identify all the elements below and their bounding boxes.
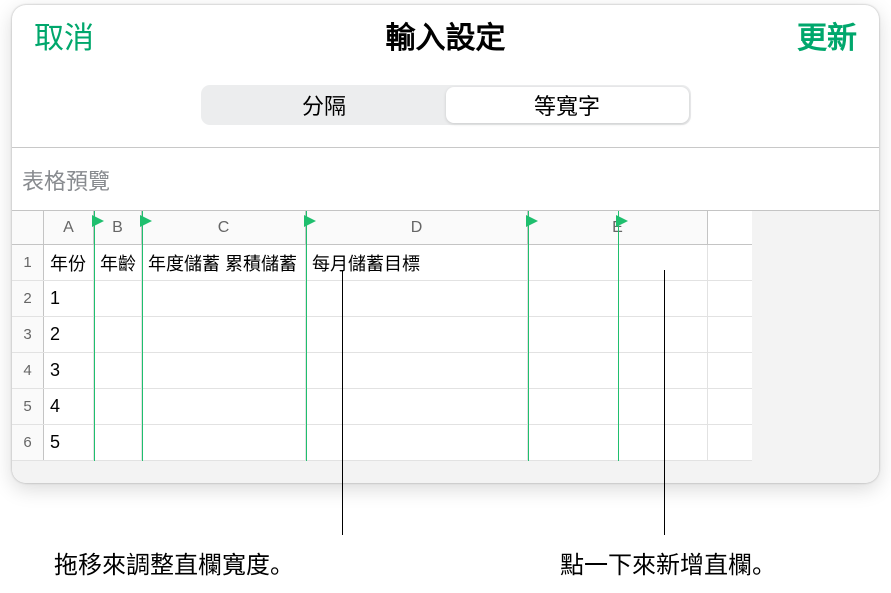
column-separator[interactable] [306,211,307,461]
cell[interactable]: 年齡 [94,245,142,280]
cell[interactable] [94,317,142,352]
column-separator[interactable] [618,211,619,461]
header-bar: 取消 輸入設定 更新 [12,5,879,65]
segmented-control-wrap: 分隔 等寬字 [12,65,879,147]
rows: 1年份年齡年度儲蓄 累積儲蓄每月儲蓄目標2132435465 [12,245,752,461]
cell[interactable]: 5 [44,425,94,460]
cell[interactable]: 3 [44,353,94,388]
caption-drag-resize: 拖移來調整直欄寬度。 [54,545,294,580]
cell[interactable]: 每月儲蓄目標 [306,245,528,280]
cancel-button[interactable]: 取消 [34,13,94,57]
column-header-a[interactable]: A [44,211,94,244]
table-row: 21 [12,281,752,317]
row-header[interactable]: 5 [12,389,44,424]
row-header[interactable]: 6 [12,425,44,460]
import-settings-panel: 取消 輸入設定 更新 分隔 等寬字 表格預覽 A B C D E 1年份年齡年度… [12,5,879,483]
cell[interactable] [306,281,528,316]
column-headers: A B C D E [12,211,752,245]
column-separator[interactable] [142,211,143,461]
caption-tap-add-column: 點一下來新增直欄。 [560,545,776,580]
column-separator[interactable] [94,211,95,461]
callout-line-right [664,270,665,535]
cell[interactable] [142,389,306,424]
cell[interactable] [94,389,142,424]
table-row: 54 [12,389,752,425]
cell[interactable] [142,425,306,460]
column-resize-handle-icon[interactable] [526,215,538,227]
column-separator[interactable] [528,211,529,461]
column-header-d[interactable]: D [306,211,528,244]
cell[interactable]: 年份 [44,245,94,280]
column-header-c[interactable]: C [142,211,306,244]
cell[interactable] [94,281,142,316]
cell[interactable]: 2 [44,317,94,352]
table-row: 65 [12,425,752,461]
segmented-control: 分隔 等寬字 [201,85,691,125]
table-row: 43 [12,353,752,389]
update-button[interactable]: 更新 [797,13,857,57]
row-header[interactable]: 4 [12,353,44,388]
table-row: 1年份年齡年度儲蓄 累積儲蓄每月儲蓄目標 [12,245,752,281]
column-resize-handle-icon[interactable] [616,215,628,227]
cell[interactable]: 年度儲蓄 累積儲蓄 [142,245,306,280]
cell[interactable] [142,281,306,316]
dialog-title: 輸入設定 [386,13,506,57]
cell[interactable] [142,317,306,352]
table-preview[interactable]: A B C D E 1年份年齡年度儲蓄 累積儲蓄每月儲蓄目標2132435465 [12,210,879,483]
cell[interactable] [306,389,528,424]
cell[interactable] [94,425,142,460]
segment-delimited[interactable]: 分隔 [203,87,446,123]
cell[interactable] [306,425,528,460]
row-header[interactable]: 3 [12,317,44,352]
column-resize-handle-icon[interactable] [92,215,104,227]
sheet-grid: A B C D E 1年份年齡年度儲蓄 累積儲蓄每月儲蓄目標2132435465 [12,211,752,461]
cell[interactable] [306,317,528,352]
preview-label: 表格預覽 [12,148,879,210]
column-resize-handle-icon[interactable] [304,215,316,227]
cell[interactable]: 1 [44,281,94,316]
corner-cell [12,211,44,244]
table-row: 32 [12,317,752,353]
cell[interactable] [94,353,142,388]
cell[interactable] [142,353,306,388]
callout-line-left [342,270,343,535]
row-header[interactable]: 2 [12,281,44,316]
cell[interactable]: 4 [44,389,94,424]
cell[interactable] [306,353,528,388]
column-resize-handle-icon[interactable] [140,215,152,227]
row-header[interactable]: 1 [12,245,44,280]
segment-fixed-width[interactable]: 等寬字 [446,87,689,123]
